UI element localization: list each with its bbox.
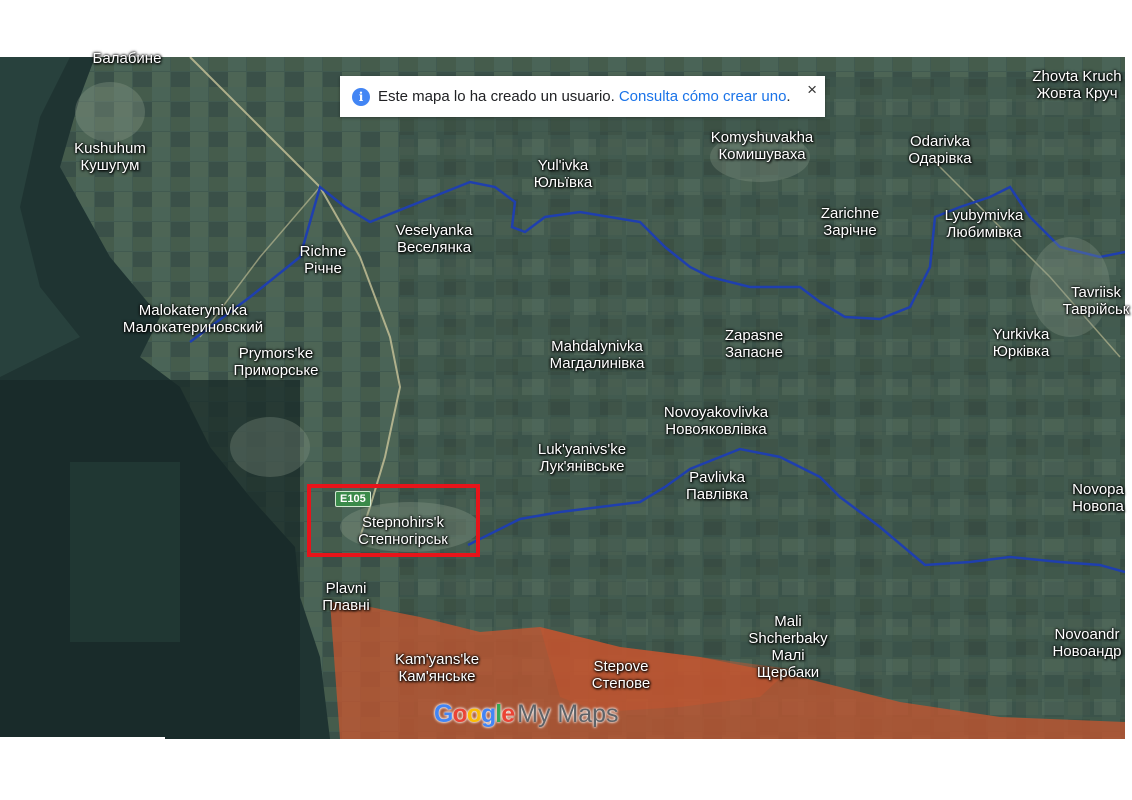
place-name-cyrillic: Річне (304, 260, 342, 277)
place-zapasne[interactable]: Zapasne Запасне (725, 327, 783, 361)
place-lyubymivka[interactable]: Lyubymivka Любимівка (945, 207, 1024, 241)
place-name-latin: Richne (299, 243, 347, 260)
place-name-latin: Mali Shcherbaky (748, 613, 828, 647)
place-yulivka[interactable]: Yul'ivka Юльївка (534, 157, 592, 191)
place-kamianske[interactable]: Kam'yans'ke Кам'янське (395, 651, 479, 685)
place-name-cyrillic: Степове (591, 675, 651, 692)
place-name-latin: Zarichne (820, 205, 880, 222)
place-mahdalynivka[interactable]: Mahdalynivka Магдалинівка (550, 338, 645, 372)
place-name-latin: Stepove (593, 658, 649, 675)
place-pavlivka[interactable]: Pavlivka Павлівка (686, 469, 748, 503)
place-name-latin: Zhovta Kruch (1032, 68, 1122, 85)
place-kushuhum[interactable]: Kushuhum Кушугум (74, 140, 146, 174)
place-name-latin: Kushuhum (74, 140, 146, 157)
place-name-cyrillic: Юрківка (992, 343, 1050, 360)
place-novopavlivka[interactable]: Novopa Новопа (1072, 481, 1124, 515)
place-name-latin: Prymors'ke (238, 345, 314, 362)
logo-letter: o (452, 700, 467, 728)
place-name-cyrillic: Жовта Круч (1036, 85, 1118, 102)
place-name-cyrillic: Малокатериновский (122, 319, 264, 336)
place-zhovta-kruch[interactable]: Zhovta Kruch Жовта Круч (1032, 68, 1121, 102)
place-richne[interactable]: Richne Річне (300, 243, 347, 277)
create-map-link[interactable]: Consulta cómo crear uno (619, 88, 787, 105)
place-name-latin: Novoyakovlivka (663, 404, 769, 421)
logo-mymaps-text: My Maps (517, 700, 619, 728)
place-name-latin: Yul'ivka (537, 157, 589, 174)
map-edge-strip (0, 737, 165, 741)
banner-text: Este mapa lo ha creado un usuario. (378, 88, 615, 105)
place-name-latin: Odarivka (909, 133, 971, 150)
place-name-latin: Pavlivka (689, 469, 745, 486)
place-name-cyrillic: Балабине (92, 50, 162, 67)
place-stepove[interactable]: Stepove Степове (592, 658, 650, 692)
place-plavni[interactable]: Plavni Плавні (322, 580, 369, 614)
place-name-latin: Komyshuvakha (710, 129, 814, 146)
info-banner: i Este mapa lo ha creado un usuario. Con… (340, 76, 825, 117)
google-my-maps-logo: Google My Maps (434, 700, 619, 729)
place-malokaterynivka[interactable]: Malokaterynivka Малокатериновский (123, 302, 263, 336)
place-name-cyrillic: Комишуваха (718, 146, 806, 163)
place-novoandriivka[interactable]: Novoandr Новоандр (1052, 626, 1121, 660)
place-name-latin: Novopa (1072, 481, 1124, 498)
place-name-latin: Kam'yans'ke (394, 651, 480, 668)
place-name-latin: Zapasne (724, 327, 784, 344)
place-name-latin: Yurkivka (992, 326, 1050, 343)
place-veselyanka[interactable]: Veselyanka Веселянка (396, 222, 473, 256)
place-name-cyrillic: Таврійськ (1062, 301, 1130, 318)
town-patch (75, 82, 145, 142)
place-name-cyrillic: Любимівка (946, 224, 1022, 241)
place-name-cyrillic: Малі Щербаки (756, 647, 820, 681)
place-balabyne[interactable]: Балабине (93, 50, 162, 67)
place-name-cyrillic: Лук'янівське (539, 458, 625, 475)
place-name-cyrillic: Веселянка (396, 239, 472, 256)
place-name-latin: Lyubymivka (944, 207, 1024, 224)
info-icon: i (352, 87, 370, 106)
place-name-cyrillic: Зарічне (823, 222, 877, 239)
island-area (70, 462, 180, 642)
place-zarichne[interactable]: Zarichne Зарічне (821, 205, 879, 239)
place-name-cyrillic: Одарівка (908, 150, 972, 167)
place-name-latin: Plavni (325, 580, 367, 597)
place-name-cyrillic: Новоандр (1052, 643, 1122, 660)
place-name-latin: Mahdalynivka (551, 338, 643, 355)
place-name-latin: Malokaterynivka (138, 302, 248, 319)
place-name-latin: Tavriisk (1070, 284, 1122, 301)
logo-letter: g (481, 700, 496, 728)
place-name-cyrillic: Новояковлівка (665, 421, 767, 438)
place-odarivka[interactable]: Odarivka Одарівка (908, 133, 971, 167)
place-name-latin: Veselyanka (395, 222, 473, 239)
place-tavriisk[interactable]: Tavriisk Таврійськ (1063, 284, 1130, 318)
place-name-cyrillic: Приморське (233, 362, 319, 379)
place-name-cyrillic: Магдалинівка (549, 355, 645, 372)
close-icon[interactable]: × (807, 80, 817, 100)
place-yurkivka[interactable]: Yurkivka Юрківка (993, 326, 1050, 360)
banner-suffix: . (786, 88, 791, 105)
place-name-cyrillic: Юльївка (533, 174, 593, 191)
place-name-cyrillic: Плавні (322, 597, 370, 614)
place-mali-shcherbaky[interactable]: Mali Shcherbaky Малі Щербаки (741, 613, 836, 681)
place-name-cyrillic: Кушугум (80, 157, 140, 174)
place-name-cyrillic: Кам'янське (398, 668, 476, 685)
place-lukyanivske[interactable]: Luk'yanivs'ke Лук'янівське (538, 441, 626, 475)
place-name-latin: Luk'yanivs'ke (537, 441, 627, 458)
logo-letter: G (434, 700, 453, 728)
place-name-cyrillic: Запасне (725, 344, 783, 361)
place-prymorske[interactable]: Prymors'ke Приморське (234, 345, 319, 379)
highlight-box (307, 484, 480, 557)
place-name-latin: Novoandr (1054, 626, 1120, 643)
place-novoyakovlivka[interactable]: Novoyakovlivka Новояковлівка (664, 404, 768, 438)
logo-letter: o (466, 700, 482, 728)
place-name-cyrillic: Новопа (1072, 498, 1124, 515)
town-patch (230, 417, 310, 477)
place-komyshuvakha[interactable]: Komyshuvakha Комишуваха (711, 129, 814, 163)
logo-letter: e (501, 700, 515, 728)
place-name-cyrillic: Павлівка (685, 486, 749, 503)
